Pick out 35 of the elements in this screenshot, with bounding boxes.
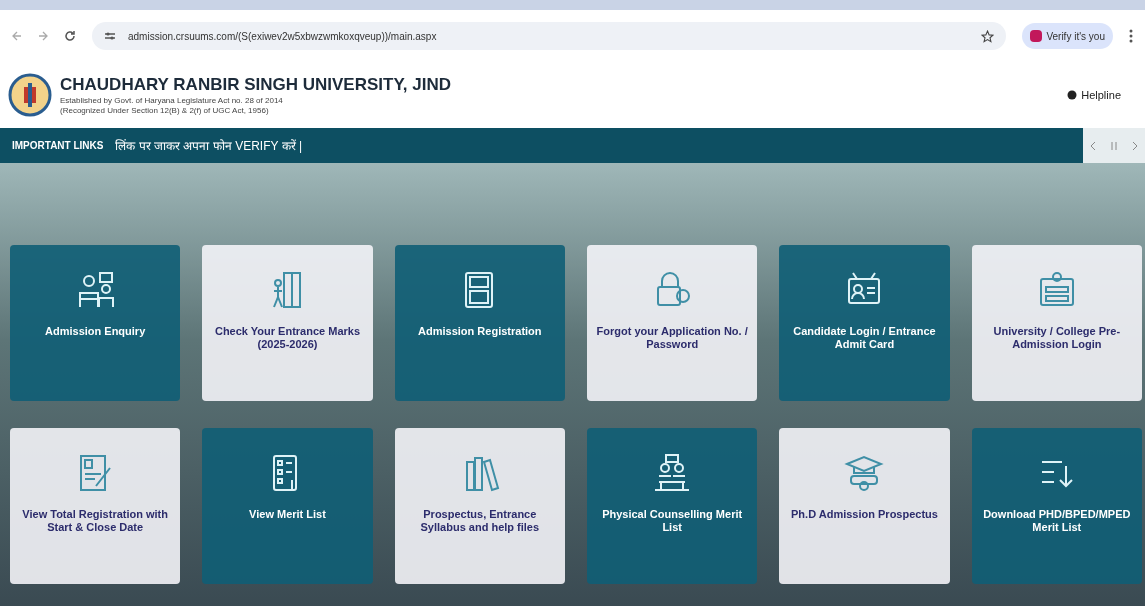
next-icon[interactable] [1131,140,1138,151]
university-title: CHAUDHARY RANBIR SINGH UNIVERSITY, JIND [60,74,453,96]
menu-tile[interactable]: Download PHD/BPED/MPED Merit List [971,428,1142,584]
reload-icon[interactable] [64,30,76,42]
menu-tile[interactable]: Physical Counselling Merit List [587,428,758,584]
ticker-message: लिंक पर जाकर अपना फोन VERIFY करें | [115,137,304,155]
menu-tile[interactable]: Prospectus, Entrance Syllabus and help files [394,428,565,584]
more-icon[interactable] [1129,29,1133,43]
back-icon[interactable] [12,31,22,41]
menu-tile[interactable]: Admission Enquiry [10,245,181,401]
previous-icon[interactable] [1090,140,1097,151]
carousel-controls[interactable] [1083,128,1145,163]
site-settings-icon[interactable] [104,31,116,41]
menu-tile[interactable]: Ph.D Admission Prospectus [779,428,950,584]
forward-icon[interactable] [38,31,48,41]
address-bar[interactable]: admission.crsuums.com/(S(exiwev2w5xbwzwmkoxqveup))/main.aspx [92,22,1007,50]
helpline-link[interactable]: Helpline [1081,86,1121,104]
menu-tile[interactable]: View Total Registration with Start & Close Date [10,428,181,584]
star-icon[interactable] [981,29,995,43]
profile-avatar-icon [1030,30,1043,42]
menu-tile[interactable]: View Merit List [202,428,373,584]
university-logo [8,73,52,117]
university-subtitle: Established by Govt. of Haryana Legislature Act no. 28 of 2014 [60,95,284,106]
menu-tile[interactable]: Forgot your Application No. / Password [587,245,758,401]
phone-icon [1067,90,1078,100]
menu-tile[interactable]: Candidate Login / Entrance Admit Card [779,245,950,401]
profile-chip-text: Verify it's you [1046,29,1105,44]
menu-tile[interactable]: Admission Registration [394,245,565,401]
university-subtitle: (Recognized Under Section 12(B) & 2(f) of UGC Act, 1956) [60,105,270,116]
menu-tile[interactable]: Check Your Entrance Marks (2025-2026) [202,245,373,401]
url-text: admission.crsuums.com/(S(exiwev2w5xbwzwmkoxqveup))/main.aspx [128,29,438,44]
menu-tile[interactable]: University / College Pre-Admission Login [971,245,1142,401]
pause-icon[interactable] [1111,140,1117,151]
profile-chip[interactable]: Verify it's you [1022,23,1113,49]
ticker-label: IMPORTANT LINKS [11,139,105,153]
